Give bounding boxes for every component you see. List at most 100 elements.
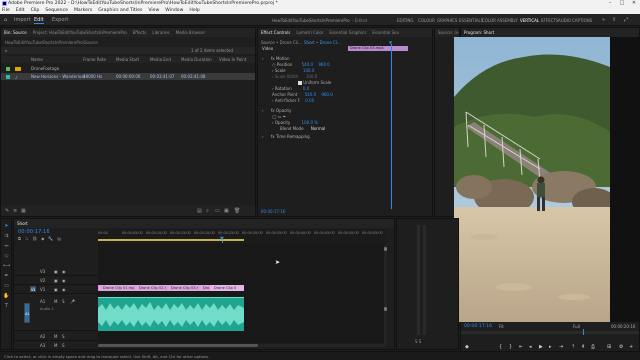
vertical-scrollbar[interactable] [384,245,387,345]
lift-icon[interactable]: ⇡ [571,344,575,350]
find-icon[interactable]: ⌕ [206,208,209,214]
program-viewer[interactable] [454,37,639,322]
ws-essentials[interactable]: ESSENTIALS [459,18,483,23]
video-clip[interactable]: Drone Clip 03.mp4 [166,285,198,291]
video-clip[interactable]: Drone Clip 01.mp4 [98,285,134,291]
menu-markers[interactable]: Markers [74,7,92,14]
tab-sequence-short[interactable]: Short [17,219,28,228]
col-video-in[interactable]: Video In Point [219,56,246,63]
settings-icon[interactable]: ⚙ [619,344,623,350]
search-icon[interactable]: ⌕ [5,48,7,53]
eye-icon[interactable]: ◉ [62,287,66,292]
scroll-handle-top[interactable] [384,247,387,251]
quality-select[interactable]: Full [573,324,580,329]
menu-clip[interactable]: Clip [31,7,40,14]
close-icon[interactable]: ✕ [628,0,640,7]
rectangle-tool-icon[interactable]: ▭ [3,283,10,290]
solo-button[interactable]: S [62,343,65,348]
eye-icon[interactable]: ◉ [62,269,66,274]
home-icon[interactable]: ⌂ [4,17,7,23]
tab-effect-controls[interactable]: Effect Controls [261,28,290,37]
position-y[interactable]: 960.0 [318,62,329,67]
opacity-value[interactable]: 100.0 % [302,120,319,125]
go-to-out-icon[interactable]: ⇥ [559,344,563,350]
microphone-icon[interactable]: 🎤 [70,299,75,304]
tab-essential-sound[interactable]: Essential Sou [372,28,399,37]
mark-in-icon[interactable]: { [499,344,502,350]
automate-icon[interactable]: ▤ [197,208,202,214]
snap-icon[interactable]: ⊃ [25,236,28,241]
razor-tool-icon[interactable]: ◇ [3,253,10,260]
solo-button[interactable]: S [62,299,65,304]
menu-edit[interactable]: Edit [16,7,25,14]
linked-select-icon[interactable]: ⛓ [32,236,37,241]
tab-media-browser[interactable]: Media Browser [176,28,206,37]
track-select-icon[interactable]: ⇉ [3,233,10,240]
share-icon[interactable]: ⇪ [612,17,616,23]
wrench-icon[interactable]: 🔧 [48,236,53,241]
ec-timecode[interactable]: 00:00:17:16 [261,209,285,214]
ws-audio[interactable]: AUDIO [558,18,571,23]
timeline-timecode[interactable]: 00:00:17:16 [18,229,50,235]
list-item[interactable]: ♪ New Horizons - Wanderlust 48000 Hz 00:… [1,73,255,80]
tab-libraries[interactable]: Libraries [152,28,169,37]
icon-view-icon[interactable]: ▦ [21,208,26,214]
tab-program[interactable]: Program: Short [464,28,494,37]
zoom-handle[interactable] [98,344,258,347]
hand-tool-icon[interactable]: ✋ [3,293,10,300]
meter-solo-icons[interactable]: S S [415,339,421,344]
step-forward-icon[interactable]: ▸ [549,344,552,350]
sync-lock-icon[interactable]: ▣ [54,278,58,283]
step-back-icon[interactable]: ◂ [529,344,532,350]
mute-button[interactable]: M [54,343,57,348]
rect-mask-icon[interactable]: ▭ [278,114,282,119]
sync-lock-icon[interactable]: ▣ [54,287,58,292]
timeline-tracks-area[interactable]: Drone Clip 01.mp4 Drone Clip 02.mp4 Dron… [98,243,386,343]
ws-colour[interactable]: COLOUR [418,18,435,23]
maximize-icon[interactable]: □ [616,0,628,7]
video-clip[interactable]: Drone Clip 0 [209,285,244,291]
pen-mask-icon[interactable]: ✒ [283,114,286,119]
menu-help[interactable]: Help [189,7,199,14]
col-media-duration[interactable]: Media Duration [181,56,212,63]
horizontal-scrollbar[interactable] [98,344,386,347]
nest-icon[interactable]: ⧉ [18,236,21,241]
pencil-icon[interactable]: ✎ [5,208,9,214]
tab-export[interactable]: Export [52,17,68,23]
scroll-handle-bottom[interactable] [384,307,387,311]
marker-icon[interactable]: ◆ [465,344,469,350]
menu-file[interactable]: File [2,7,10,14]
tab-bin-source[interactable]: Bin: Source [4,28,27,37]
ws-effects[interactable]: EFFECTS [541,18,558,23]
time-ruler[interactable]: 00:00 00:00:05:00 00:00:10:00 00:00:15:0… [98,229,386,243]
time-remap-effect[interactable]: › fx Time Remapping [262,134,310,140]
add-marker-icon[interactable]: ◆ [41,236,44,241]
col-media-end[interactable]: Media End [150,56,171,63]
flicker-value[interactable]: 0.00 [305,98,314,103]
sync-lock-icon[interactable]: ▣ [54,269,58,274]
ws-captions[interactable]: CAPTIONS [572,18,592,23]
mute-button[interactable]: M [54,334,57,339]
workspace-menu-icon[interactable]: » [602,17,605,23]
type-tool-icon[interactable]: T [3,303,10,310]
mark-out-icon[interactable]: } [509,344,512,350]
scale-value[interactable]: 100.0 [303,68,314,73]
pen-tool-icon[interactable]: ✒ [3,273,10,280]
uniform-scale-checkbox[interactable] [298,81,302,85]
blend-select[interactable]: Normal [311,126,325,131]
ws-editing[interactable]: EDITING [397,18,414,23]
export-frame-icon[interactable]: ⎙ [591,344,595,350]
list-item[interactable]: DroneFootage [1,65,255,72]
tab-lumetri[interactable]: Lumetri Color [296,28,323,37]
solo-button[interactable]: S [62,334,65,339]
eye-icon[interactable]: ◉ [62,278,66,283]
minimize-icon[interactable]: – [604,0,616,7]
audio-clip[interactable] [98,297,244,331]
compare-icon[interactable]: ⊞ [607,344,611,350]
tab-essential-graphics[interactable]: Essential Graphics [329,28,366,37]
mute-button[interactable]: M [54,299,57,304]
tab-source-monitor[interactable]: Source: (no clips) [438,28,459,37]
zoom-select[interactable]: Fit [499,324,504,329]
program-timecode[interactable]: 00:00:17:16 [464,324,492,329]
program-scrub-bar[interactable] [461,329,639,335]
